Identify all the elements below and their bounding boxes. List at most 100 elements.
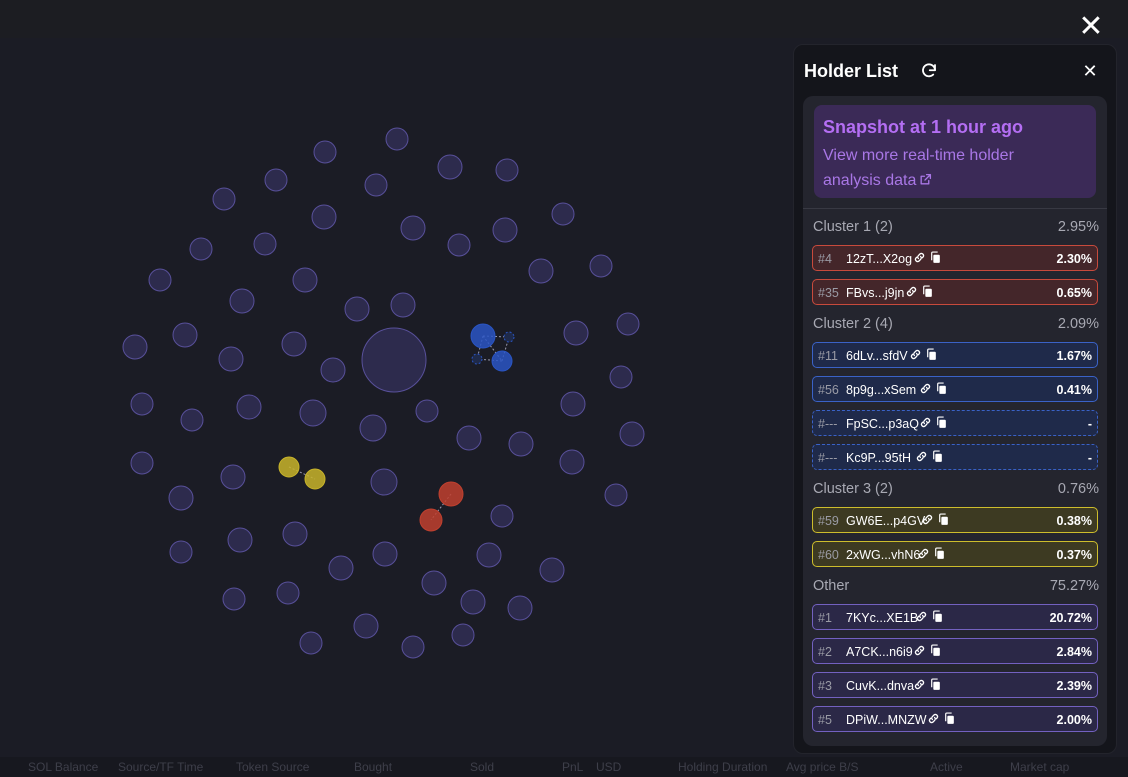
copy-icon[interactable]: [935, 416, 948, 429]
holder-bubble[interactable]: [311, 204, 337, 230]
holder-bubble[interactable]: [385, 127, 409, 151]
copy-icon[interactable]: [925, 348, 938, 361]
link-icon[interactable]: [919, 416, 932, 429]
holder-row[interactable]: #--- FpSC...p3aQ -: [812, 410, 1098, 436]
realtime-analysis-link[interactable]: View more real-time holder analysis data: [823, 143, 1053, 193]
holder-row[interactable]: #59 GW6E...p4GV 0.38%: [812, 507, 1098, 533]
holder-bubble[interactable]: [616, 312, 640, 336]
holder-bubble[interactable]: [560, 391, 586, 417]
holder-bubble[interactable]: [451, 623, 475, 647]
holder-bubble[interactable]: [299, 399, 327, 427]
holder-bubble[interactable]: [456, 425, 482, 451]
holder-bubble[interactable]: [563, 320, 589, 346]
holder-bubble[interactable]: [447, 233, 471, 257]
holder-bubble[interactable]: [559, 449, 585, 475]
holder-list[interactable]: Snapshot at 1 hour ago View more real-ti…: [803, 96, 1107, 746]
holder-bubble[interactable]: [281, 331, 307, 357]
holder-bubble[interactable]: [490, 504, 514, 528]
holder-bubble[interactable]: [539, 557, 565, 583]
holder-row[interactable]: #1 7KYc...XE1B 20.72%: [812, 604, 1098, 630]
holder-bubble[interactable]: [604, 483, 628, 507]
close-icon[interactable]: ✕: [1074, 10, 1108, 44]
copy-icon[interactable]: [937, 513, 950, 526]
copy-icon[interactable]: [921, 285, 934, 298]
link-icon[interactable]: [921, 513, 934, 526]
copy-icon[interactable]: [931, 610, 944, 623]
holder-bubble[interactable]: [370, 468, 398, 496]
holder-bubble[interactable]: [460, 589, 486, 615]
copy-icon[interactable]: [931, 450, 944, 463]
holder-row[interactable]: #2 A7CK...n6i9 2.84%: [812, 638, 1098, 664]
link-icon[interactable]: [909, 348, 922, 361]
holder-bubble[interactable]: [253, 232, 277, 256]
holder-row[interactable]: #5 DPiW...MNZW 2.00%: [812, 706, 1098, 732]
holder-bubble[interactable]: [172, 322, 198, 348]
bubble-map[interactable]: [0, 38, 790, 758]
holder-bubble[interactable]: [320, 357, 346, 383]
close-panel-icon[interactable]: ✕: [1078, 59, 1102, 83]
bubble-map-area[interactable]: [0, 38, 790, 758]
holder-bubble[interactable]: [148, 268, 172, 292]
link-icon[interactable]: [913, 644, 926, 657]
copy-icon[interactable]: [935, 382, 948, 395]
link-icon[interactable]: [919, 382, 932, 395]
holder-bubble[interactable]: [372, 541, 398, 567]
link-icon[interactable]: [927, 712, 940, 725]
holder-bubble[interactable]: [415, 399, 439, 423]
link-icon[interactable]: [915, 610, 928, 623]
holder-bubble[interactable]: [359, 414, 387, 442]
link-icon[interactable]: [913, 251, 926, 264]
holder-bubble[interactable]: [401, 635, 425, 659]
holder-bubble[interactable]: [495, 158, 519, 182]
holder-bubble[interactable]: [328, 555, 354, 581]
holder-bubble[interactable]: [169, 540, 193, 564]
holder-bubble[interactable]: [344, 296, 370, 322]
holder-bubble[interactable]: [168, 485, 194, 511]
cluster-2-bubble[interactable]: [470, 323, 496, 349]
holder-bubble[interactable]: [619, 421, 645, 447]
holder-bubble[interactable]: [282, 521, 308, 547]
holder-row[interactable]: #60 2xWG...vhN6 0.37%: [812, 541, 1098, 567]
holder-row[interactable]: #11 6dLv...sfdV 1.67%: [812, 342, 1098, 368]
holder-bubble[interactable]: [220, 464, 246, 490]
holder-bubble[interactable]: [528, 258, 554, 284]
holder-bubble[interactable]: [508, 431, 534, 457]
holder-bubble[interactable]: [212, 187, 236, 211]
cluster-3-bubble[interactable]: [304, 468, 326, 490]
holder-bubble[interactable]: [421, 570, 447, 596]
copy-icon[interactable]: [933, 547, 946, 560]
holder-bubble[interactable]: [507, 595, 533, 621]
holder-bubble[interactable]: [180, 408, 204, 432]
holder-bubble[interactable]: [222, 587, 246, 611]
holder-bubble[interactable]: [313, 140, 337, 164]
copy-icon[interactable]: [929, 678, 942, 691]
holder-bubble[interactable]: [227, 527, 253, 553]
holder-bubble[interactable]: [390, 292, 416, 318]
holder-row[interactable]: #35 FBvs...j9jn 0.65%: [812, 279, 1098, 305]
link-icon[interactable]: [913, 678, 926, 691]
holder-row[interactable]: #56 8p9g...xSem 0.41%: [812, 376, 1098, 402]
holder-bubble[interactable]: [229, 288, 255, 314]
holder-bubble[interactable]: [353, 613, 379, 639]
cluster-1-bubble[interactable]: [438, 481, 464, 507]
holder-bubble[interactable]: [276, 581, 300, 605]
holder-bubble[interactable]: [364, 173, 388, 197]
copy-icon[interactable]: [943, 712, 956, 725]
link-icon[interactable]: [917, 547, 930, 560]
cluster-2-bubble[interactable]: [471, 353, 483, 365]
holder-bubble[interactable]: [122, 334, 148, 360]
link-icon[interactable]: [905, 285, 918, 298]
holder-bubble[interactable]: [218, 346, 244, 372]
holder-bubble[interactable]: [400, 215, 426, 241]
holder-row[interactable]: #4 12zT...X2og 2.30%: [812, 245, 1098, 271]
cluster-3-bubble[interactable]: [278, 456, 300, 478]
holder-bubble[interactable]: [437, 154, 463, 180]
holder-bubble[interactable]: [589, 254, 613, 278]
holder-bubble[interactable]: [292, 267, 318, 293]
holder-row[interactable]: #--- Kc9P...95tH -: [812, 444, 1098, 470]
holder-bubble[interactable]: [130, 392, 154, 416]
holder-bubble[interactable]: [492, 217, 518, 243]
holder-bubble[interactable]: [476, 542, 502, 568]
holder-bubble[interactable]: [264, 168, 288, 192]
holder-bubble[interactable]: [299, 631, 323, 655]
